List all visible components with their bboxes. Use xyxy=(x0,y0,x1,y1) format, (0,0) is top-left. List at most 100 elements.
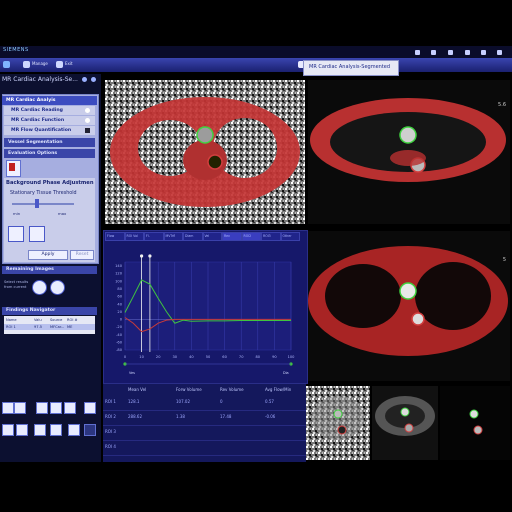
pan-tool[interactable] xyxy=(50,402,62,414)
panel-close-icon[interactable] xyxy=(91,77,96,82)
flip-tool[interactable] xyxy=(50,424,62,436)
thumbnail-magnitude[interactable] xyxy=(372,386,438,460)
x-tick-label: 40 xyxy=(189,355,194,359)
close-icon[interactable] xyxy=(497,50,502,55)
thumbnail-phase[interactable] xyxy=(306,386,370,460)
panel-title: MR Cardiac Analysis-Se... xyxy=(2,76,78,83)
layout-tool[interactable] xyxy=(64,402,76,414)
item-cardiac-function[interactable]: MR Cardiac Function xyxy=(4,116,95,125)
x-label-right: Dia xyxy=(283,371,289,375)
evaluation-options-step[interactable]: Evaluation Options xyxy=(4,149,95,158)
reset-button[interactable]: Reset xyxy=(70,250,94,260)
flow-curve-chart[interactable]: 0 10 20 30 40 50 60 70 80 90 100 140 120 100 80 60 40 20 0… xyxy=(103,240,306,382)
settings-icon[interactable] xyxy=(448,50,453,55)
y-tick-label: 140 xyxy=(115,264,123,268)
accordion-header[interactable]: MR Cardiac Analyis xyxy=(2,96,97,105)
accept-button[interactable] xyxy=(32,280,47,295)
x-tick-label: 70 xyxy=(239,355,244,359)
redo-tool[interactable] xyxy=(84,424,96,436)
settings-tool[interactable] xyxy=(84,402,96,414)
select-tool[interactable] xyxy=(16,424,28,436)
table-cell: 288.62 xyxy=(128,414,142,419)
y-tick-label: 20 xyxy=(117,310,122,314)
y-tick-label: -80 xyxy=(116,348,123,352)
remaining-images-header[interactable]: Remaining Images xyxy=(2,266,97,274)
pick-tool-button[interactable] xyxy=(8,226,24,242)
home-icon[interactable] xyxy=(3,61,10,68)
threshold-label: Stationary Tissue Threshold xyxy=(10,191,77,196)
x-tick-label: 20 xyxy=(156,355,161,359)
y-tick-label: 120 xyxy=(115,272,123,276)
brand-logo: SIEMENS xyxy=(3,47,29,53)
accordion-header-label: MR Cardiac Analyis xyxy=(6,98,56,103)
status-icon xyxy=(85,128,90,133)
findings-col: Name xyxy=(6,318,17,322)
phase-marker-handle xyxy=(148,254,152,258)
pin-icon[interactable] xyxy=(82,77,87,82)
adjust-tool-button[interactable] xyxy=(29,226,45,242)
item-label: MR Cardiac Reading xyxy=(11,108,63,113)
y-tick-label: 40 xyxy=(117,302,122,306)
y-tick-label: 60 xyxy=(117,295,122,299)
x-tick-label: 0 xyxy=(124,355,127,359)
slider-max-label: max xyxy=(58,211,67,216)
phase-marker-handle xyxy=(140,254,144,258)
undo-tool[interactable] xyxy=(68,424,80,436)
x-tick-label: 10 xyxy=(139,355,144,359)
findings-navigator-header[interactable]: Findings Navigator xyxy=(2,307,97,315)
flow-arrow-icon xyxy=(9,163,15,171)
apply-button[interactable]: Apply xyxy=(28,250,68,260)
y-tick-label: 100 xyxy=(115,279,123,283)
y-tick-label: -40 xyxy=(116,333,123,337)
save-icon[interactable] xyxy=(431,50,436,55)
table-header: Mean Vel xyxy=(128,387,147,392)
exit-label[interactable]: Exit xyxy=(65,61,73,66)
table-cell: 128.1 xyxy=(128,399,140,404)
y-tick-label: -60 xyxy=(116,341,123,345)
window-tool[interactable] xyxy=(36,402,48,414)
x-tick-label: 80 xyxy=(256,355,261,359)
roi-name: ROI 4 xyxy=(105,444,116,449)
table-cell: -0.06 xyxy=(265,414,276,419)
y-tick-label: 80 xyxy=(117,287,122,291)
table-cell: 17.48 xyxy=(220,414,232,419)
remaining-hint: Select results from current xyxy=(4,280,29,289)
findings-cell: MFCar... xyxy=(50,325,65,329)
minimize-icon[interactable] xyxy=(481,50,486,55)
masked-image-viewport[interactable]: 5 xyxy=(308,231,510,381)
layout-icon[interactable] xyxy=(465,50,470,55)
table-row[interactable] xyxy=(103,426,306,441)
vessel-segmentation-step[interactable]: Vessel Segmentation xyxy=(4,138,95,147)
slice-number: 5 xyxy=(502,257,506,263)
slider-handle[interactable] xyxy=(35,199,39,208)
table-row[interactable] xyxy=(103,441,306,456)
x-tick-label: 30 xyxy=(173,355,178,359)
measure-tool[interactable] xyxy=(2,424,14,436)
help-icon[interactable] xyxy=(415,50,420,55)
roi-name: ROI 1 xyxy=(105,399,116,404)
toolbar xyxy=(0,58,512,72)
item-flow-quant[interactable]: MR Flow Quantification xyxy=(4,126,95,135)
active-task-tab[interactable]: MR Cardiac Analysis-Segmented xyxy=(303,60,399,76)
findings-cell: ROI 1 xyxy=(6,325,16,329)
findings-cell: 97.5 xyxy=(34,325,43,329)
x-label-left: Ves xyxy=(129,371,135,375)
threshold-slider[interactable] xyxy=(12,203,74,205)
slice-number: 5.6 xyxy=(498,102,506,108)
zoom-tool[interactable] xyxy=(14,402,26,414)
exit-icon[interactable] xyxy=(56,61,63,68)
stop-button[interactable] xyxy=(50,280,65,295)
manage-label[interactable]: Manage xyxy=(32,61,48,66)
x-tick-label: 90 xyxy=(272,355,277,359)
magnitude-image-viewport[interactable]: 5.6 xyxy=(308,80,510,224)
manage-icon[interactable] xyxy=(23,61,30,68)
pointer-tool[interactable] xyxy=(2,402,14,414)
item-cardiac-reading[interactable]: MR Cardiac Reading xyxy=(4,106,95,115)
table-header: Forw Volume xyxy=(176,387,202,392)
phase-image-viewport[interactable] xyxy=(105,80,305,224)
step-label: Vessel Segmentation xyxy=(8,140,63,145)
thumbnail-masked[interactable] xyxy=(440,386,510,460)
rotate-tool[interactable] xyxy=(34,424,46,436)
findings-col: Valu xyxy=(34,318,42,322)
item-label: MR Flow Quantification xyxy=(11,128,72,133)
